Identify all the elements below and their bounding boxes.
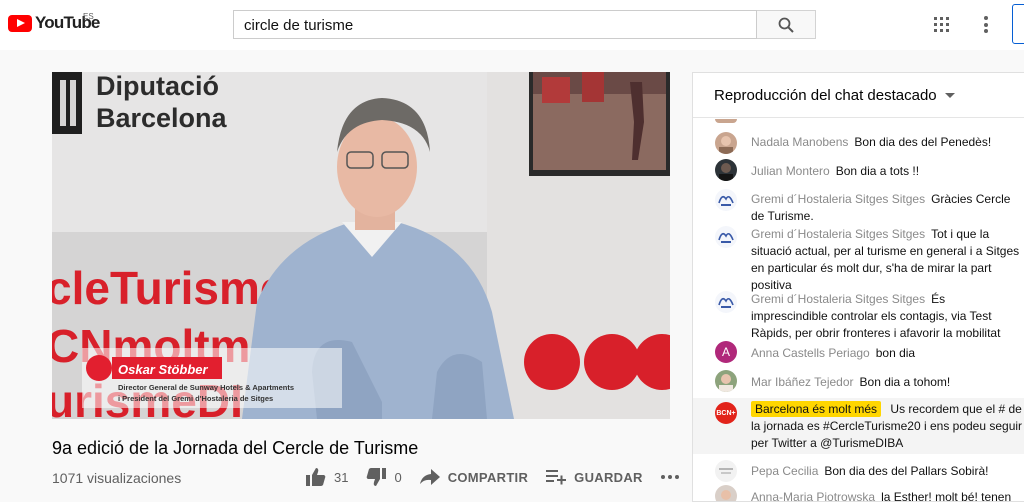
avatar-badge: BCN+ <box>716 409 736 417</box>
view-count: 1071 visualizaciones <box>52 470 182 486</box>
video-frame: Diputació Barcelona cleTurisme CNmoltme … <box>52 72 670 419</box>
avatar-letter: A <box>721 344 730 359</box>
share-button[interactable]: COMPARTIR <box>419 469 529 485</box>
thumbs-down-icon <box>367 468 387 486</box>
chat-author[interactable]: Anna Castells Periago <box>751 346 870 360</box>
avatar <box>715 370 737 392</box>
thumbs-up-icon <box>306 468 326 486</box>
dislike-button[interactable]: 0 <box>366 468 402 486</box>
chat-author[interactable]: Gremi d´Hostaleria Sitges Sitges <box>751 192 925 206</box>
video-title: 9a edició de la Jornada del Cercle de Tu… <box>52 438 419 458</box>
chat-text: bon dia <box>875 346 916 360</box>
avatar: A <box>715 341 737 363</box>
play-logo-icon <box>8 14 32 32</box>
region-code: ES <box>83 12 94 21</box>
sign-in-button[interactable] <box>1012 4 1024 44</box>
share-arrow-icon <box>419 469 440 485</box>
avatar <box>715 226 737 248</box>
playlist-add-icon <box>546 470 567 485</box>
lower-third-role-2: i President del Gremi d'Hostaleria de Si… <box>118 394 273 403</box>
chat-author[interactable]: Julian Montero <box>751 164 830 178</box>
more-vert-icon[interactable] <box>984 16 988 33</box>
avatar <box>715 119 737 123</box>
chat-message-highlighted: BCN+ Barcelona és molt més Us recordem q… <box>693 398 1024 454</box>
avatar <box>715 132 737 154</box>
save-label: GUARDAR <box>574 469 643 485</box>
banner-line-1: cleTurisme <box>52 262 285 314</box>
avatar: BCN+ <box>715 402 737 424</box>
chat-author[interactable]: Pepa Cecilia <box>751 464 818 478</box>
chat-author[interactable]: Anna-Maria Piotrowska <box>751 490 875 501</box>
chat-author[interactable]: Gremi d´Hostaleria Sitges Sitges <box>751 227 925 241</box>
more-horiz-icon <box>660 475 679 479</box>
chevron-down-icon[interactable] <box>944 92 955 98</box>
save-button[interactable]: GUARDAR <box>546 469 643 485</box>
apps-grid-icon[interactable] <box>934 17 949 32</box>
chat-mode-label: Reproducción del chat destacado <box>714 86 937 104</box>
lower-third-name: Oskar Stöbber <box>118 362 209 377</box>
chat-text: Bon dia des del Pallars Sobirà! <box>824 464 989 478</box>
avatar <box>715 159 737 181</box>
like-count: 31 <box>334 469 349 485</box>
chat-author[interactable]: Gremi d´Hostaleria Sitges Sitges <box>751 292 925 306</box>
dislike-count: 0 <box>394 469 402 485</box>
lower-third-role-1: Director General de Sunway Hotels & Apar… <box>118 383 294 392</box>
avatar <box>715 291 737 313</box>
avatar <box>715 485 737 501</box>
chat-author-chip[interactable]: Barcelona és molt més <box>751 401 882 417</box>
avatar <box>715 460 737 482</box>
search-query[interactable]: circle de turisme <box>244 17 353 34</box>
like-button[interactable]: 31 <box>306 468 348 486</box>
live-chat-replay: Reproducción del chat destacado Nadala M… <box>692 72 1024 502</box>
chat-text: Bon dia a tots !! <box>835 164 920 178</box>
video-actions: 31 0 COMPARTIR GUARDAR <box>306 468 705 486</box>
search-input[interactable]: circle de turisme <box>233 10 757 39</box>
chat-header[interactable]: Reproducción del chat destacado <box>693 73 1024 118</box>
chat-author[interactable]: Mar Ibáñez Tejedor <box>751 375 854 389</box>
chat-text: Bon dia a tohom! <box>859 375 951 389</box>
chat-text: la Esther! molt bé! tenen <box>881 490 1012 502</box>
masthead: YouTube ES circle de turisme <box>0 0 1024 50</box>
brand-line-1: Diputació <box>96 72 219 101</box>
avatar <box>715 189 737 211</box>
chat-author[interactable]: Nadala Manobens <box>751 135 848 149</box>
search-button[interactable] <box>757 10 816 39</box>
more-actions-button[interactable] <box>660 475 687 479</box>
search-icon <box>778 17 794 33</box>
brand-line-2: Barcelona <box>96 103 228 133</box>
share-label: COMPARTIR <box>447 469 529 485</box>
video-player[interactable]: Diputació Barcelona cleTurisme CNmoltme … <box>52 72 670 419</box>
chat-text: Bon dia des del Penedès! <box>854 135 992 149</box>
